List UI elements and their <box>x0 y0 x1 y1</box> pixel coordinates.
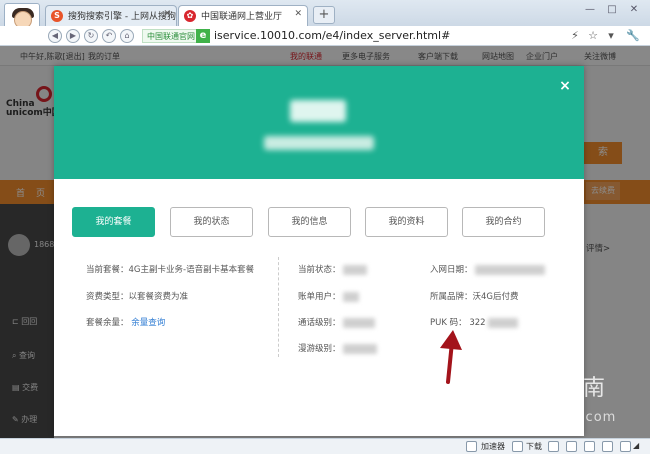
tab-my-status[interactable]: 我的状态 <box>170 207 253 237</box>
tab-my-profile[interactable]: 我的资料 <box>365 207 448 237</box>
balance-query-link[interactable]: 余量查询 <box>131 318 165 328</box>
compat-mode-icon[interactable]: e <box>196 29 210 43</box>
puk-prefix: 322 <box>469 318 486 328</box>
download-icon[interactable] <box>512 441 523 452</box>
current-status: 当前状态： <box>298 263 367 275</box>
url-input[interactable]: iservice.10010.com/e4/index_server.html# <box>214 28 450 44</box>
undo-icon[interactable]: ↶ <box>102 29 116 43</box>
settings-icon[interactable] <box>602 441 613 452</box>
resource-type: 资费类型：以套餐资费为准 <box>86 292 189 302</box>
maximize-button[interactable]: □ <box>602 3 622 17</box>
download-label[interactable]: 下载 <box>526 441 542 452</box>
modal-tabs: 我的套餐 我的状态 我的信息 我的资料 我的合约 <box>72 207 572 237</box>
brand: 所属品牌：沃4G后付费 <box>430 292 519 302</box>
call-level-label: 通话级别： <box>298 318 341 328</box>
minimize-button[interactable]: — <box>580 3 600 17</box>
tool-icon[interactable] <box>548 441 559 452</box>
mute-icon[interactable] <box>584 441 595 452</box>
tab-my-contract[interactable]: 我的合约 <box>462 207 545 237</box>
tab-label: 中国联通网上营业厅 <box>201 12 283 22</box>
back-icon[interactable]: ◀ <box>48 29 62 43</box>
browser-tab-bar: S 搜狗搜索引擎 - 上网从搜狗 ✕ ✿ 中国联通网上营业厅 ✕ + — □ ✕ <box>0 0 650 26</box>
window-close-button[interactable]: ✕ <box>624 3 644 17</box>
puk-label: PUK 码： <box>430 318 467 328</box>
balance-label: 套餐余量： <box>86 318 129 328</box>
accelerator-icon[interactable] <box>466 441 477 452</box>
zoom-icon[interactable] <box>620 441 631 452</box>
home-icon[interactable]: ⌂ <box>120 29 134 43</box>
share-icon[interactable] <box>566 441 577 452</box>
roaming-level-label: 漫游级别： <box>298 344 341 354</box>
blurred-value <box>342 317 375 328</box>
resize-icon[interactable]: ◢ <box>633 441 639 450</box>
blurred-value <box>474 264 545 275</box>
modal-header: × <box>54 66 584 179</box>
new-tab-button[interactable]: + <box>313 6 335 24</box>
sogou-icon: S <box>51 10 63 22</box>
annotation-arrow-icon <box>440 330 462 384</box>
watermark-text: 搜狗指南 <box>514 376 607 401</box>
column-divider <box>278 257 279 357</box>
tab-unicom-hall[interactable]: ✿ 中国联通网上营业厅 ✕ <box>178 5 308 26</box>
forward-icon[interactable]: ▶ <box>66 29 80 43</box>
watermark-url: zhinan.sogou.com <box>482 410 617 425</box>
puk-code: PUK 码： 322 <box>430 316 518 328</box>
roaming-level: 漫游级别： <box>298 342 377 354</box>
sogou-watermark-icon: S <box>472 366 508 402</box>
blurred-phone-number <box>264 136 374 150</box>
close-icon[interactable]: ✕ <box>163 9 171 19</box>
blurred-value <box>342 343 377 354</box>
tab-label: 搜狗搜索引擎 - 上网从搜狗 <box>68 12 176 22</box>
blurred-value <box>487 317 518 328</box>
lightning-icon[interactable]: ⚡ <box>568 29 582 43</box>
tab-my-info[interactable]: 我的信息 <box>268 207 351 237</box>
call-level: 通话级别： <box>298 316 375 328</box>
account-user: 账单用户： <box>298 290 359 302</box>
join-date-label: 入网日期： <box>430 265 473 275</box>
status-label: 当前状态： <box>298 265 341 275</box>
join-date: 入网日期： <box>430 263 545 275</box>
close-icon[interactable]: × <box>558 79 572 93</box>
star-icon[interactable]: ☆ <box>586 29 600 43</box>
site-verified-badge[interactable]: 中国联通官网 <box>142 29 200 43</box>
blurred-user-name <box>290 100 346 122</box>
package-balance: 套餐余量： 余量查询 <box>86 316 165 328</box>
account-user-label: 账单用户： <box>298 292 341 302</box>
current-plan: 当前套餐：4G主副卡业务-语音副卡基本套餐 <box>86 265 255 275</box>
tools-icon[interactable]: 🔧 <box>626 29 640 43</box>
watermark-logo-letter: S <box>483 375 495 394</box>
close-icon[interactable]: ✕ <box>294 9 302 19</box>
tab-sogou-search[interactable]: S 搜狗搜索引擎 - 上网从搜狗 ✕ <box>45 5 177 26</box>
blurred-value <box>342 291 359 302</box>
blurred-value <box>342 264 367 275</box>
accelerator-label[interactable]: 加速器 <box>481 441 505 452</box>
tab-my-package[interactable]: 我的套餐 <box>72 207 155 237</box>
address-bar: ◀ ▶ ↻ ↶ ⌂ 中国联通官网 e iservice.10010.com/e4… <box>0 26 650 46</box>
status-bar: 加速器 下载 ◢ <box>0 438 650 454</box>
dropdown-icon[interactable]: ▾ <box>604 29 618 43</box>
unicom-icon: ✿ <box>184 10 196 22</box>
refresh-icon[interactable]: ↻ <box>84 29 98 43</box>
